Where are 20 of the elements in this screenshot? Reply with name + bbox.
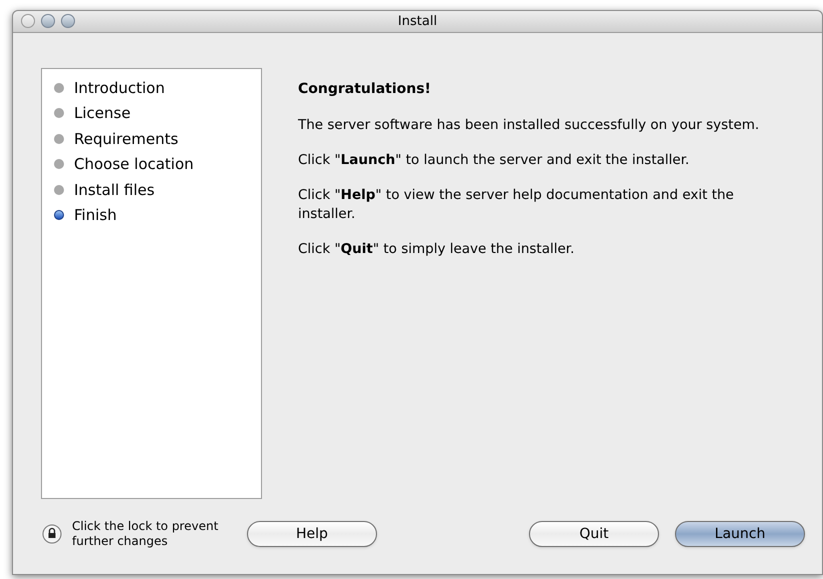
paragraph: Click "Help" to view the server help documentation and exit the installer. <box>298 186 735 224</box>
paragraph: The server software has been installed successfully on your system. <box>298 116 760 135</box>
step-label: Finish <box>74 205 117 226</box>
lock-caption: Click the lock to prevent further changes <box>72 519 220 549</box>
default-button[interactable]: Launch <box>675 521 805 547</box>
step-label: License <box>74 103 131 124</box>
push-button[interactable]: Help <box>247 521 377 548</box>
step-label: Choose location <box>74 154 194 175</box>
step-label: Install files <box>74 180 155 200</box>
lock-icon[interactable] <box>42 524 62 544</box>
step-label: Introduction <box>74 78 165 98</box>
heading: Congratulations! <box>298 80 432 99</box>
zoom-icon[interactable] <box>61 14 75 28</box>
paragraph: Click "Launch" to launch the server and exit the installer. <box>298 151 690 170</box>
minimize-icon[interactable] <box>41 14 55 28</box>
push-button[interactable]: Quit <box>529 521 659 547</box>
window-title: Install <box>398 12 438 31</box>
close-icon[interactable] <box>21 14 35 28</box>
step-label: Requirements <box>74 128 178 150</box>
paragraph: Click "Quit" to simply leave the installer. <box>298 240 576 259</box>
